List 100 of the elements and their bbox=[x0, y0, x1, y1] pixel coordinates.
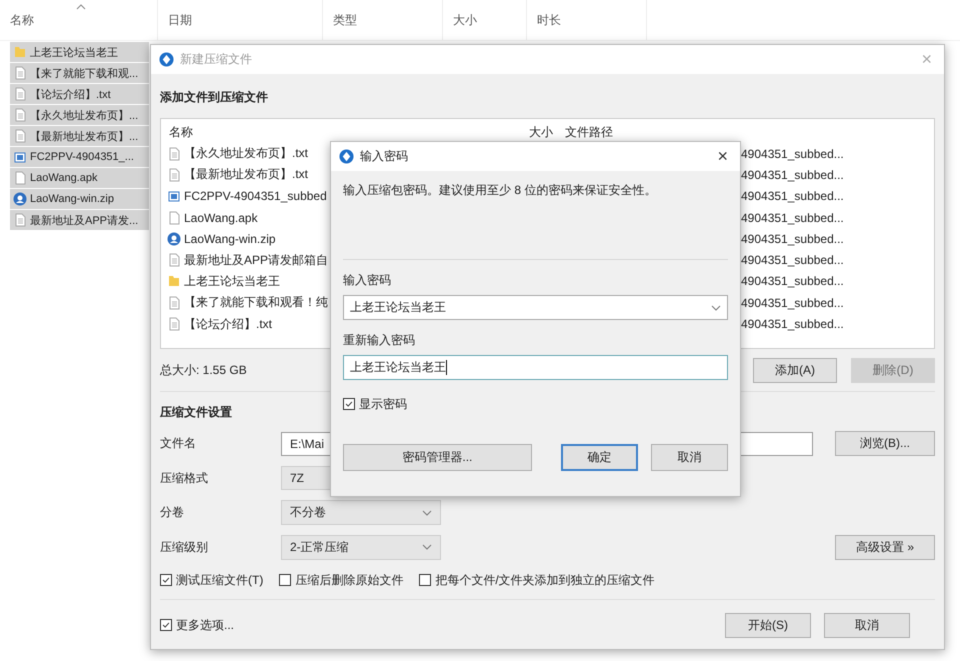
file-name: 最新地址及APP请发邮箱自 bbox=[184, 252, 328, 269]
column-header[interactable]: 日期 bbox=[168, 12, 192, 28]
file-name: LaoWang-win.zip bbox=[184, 232, 276, 246]
dialog-button[interactable]: 取消 bbox=[650, 444, 728, 471]
field-label: 分卷 bbox=[160, 504, 185, 521]
file-row[interactable]: LaoWang.apk bbox=[10, 168, 149, 188]
file-name: 【永久地址发布页】.txt bbox=[184, 145, 308, 162]
password-combo[interactable]: 上老王论坛当老王 bbox=[343, 295, 728, 320]
document-icon bbox=[167, 168, 181, 182]
dialog-button[interactable]: 取消 bbox=[824, 612, 910, 638]
file-path: 4904351_subbed... bbox=[741, 210, 844, 225]
checkbox-label: 压缩后删除原始文件 bbox=[295, 572, 404, 588]
file-name: 【论坛介绍】.txt bbox=[184, 316, 272, 333]
window-title: 新建压缩文件 bbox=[180, 51, 253, 68]
dialog-button[interactable]: 确定 bbox=[560, 444, 638, 471]
file-name: 上老王论坛当老王 bbox=[184, 272, 280, 290]
document-icon bbox=[167, 146, 181, 161]
settings-button[interactable]: 浏览(B)... bbox=[835, 431, 935, 456]
file-row[interactable]: 最新地址及APP请发... bbox=[10, 210, 149, 230]
total-size: 总大小: 1.55 GB bbox=[160, 362, 247, 378]
dialog-button[interactable]: 密码管理器... bbox=[343, 444, 532, 471]
file-row[interactable]: 【最新地址发布页】... bbox=[10, 126, 149, 146]
file-row[interactable]: 【来了就能下载和观... bbox=[10, 63, 149, 83]
checkbox-label: 测试压缩文件(T) bbox=[176, 572, 264, 588]
document-icon bbox=[13, 87, 27, 101]
file-name: FC2PPV-4904351_subbed bbox=[184, 189, 327, 204]
column-header[interactable]: 名称 bbox=[169, 121, 193, 143]
format-dropdown[interactable]: 7Z bbox=[281, 466, 331, 490]
document-icon bbox=[13, 66, 27, 80]
file-name: LaoWang.apk bbox=[184, 210, 258, 225]
dropdown[interactable]: 不分卷 bbox=[281, 500, 441, 525]
column-header[interactable]: 大小 bbox=[453, 12, 477, 28]
file-name: FC2PPV-4904351_... bbox=[30, 151, 134, 163]
window-title: 输入密码 bbox=[360, 148, 409, 165]
file-row[interactable]: 【永久地址发布页】... bbox=[10, 105, 149, 125]
column-header[interactable]: 大小 bbox=[529, 121, 553, 143]
document-icon bbox=[13, 213, 27, 227]
checkbox[interactable] bbox=[160, 574, 172, 586]
file-path: 4904351_subbed... bbox=[741, 274, 844, 288]
checkmark-icon bbox=[161, 575, 171, 585]
folder-icon bbox=[13, 45, 27, 59]
video-file-icon bbox=[13, 150, 27, 164]
document-icon bbox=[13, 108, 27, 122]
blank-file-icon bbox=[13, 171, 27, 185]
file-name: 最新地址及APP请发... bbox=[30, 214, 138, 228]
checkmark-icon bbox=[161, 620, 171, 630]
file-name: 【永久地址发布页】... bbox=[30, 108, 138, 122]
field-label: 文件名 bbox=[160, 435, 197, 452]
document-icon bbox=[167, 296, 181, 310]
instruction-text: 输入压缩包密码。建议使用至少 8 位的密码来保证安全性。 bbox=[343, 182, 658, 198]
chevron-icon bbox=[711, 304, 721, 310]
checkmark-icon bbox=[344, 399, 354, 409]
chevron-icon bbox=[422, 510, 432, 516]
file-name: 【最新地址发布页】.txt bbox=[184, 166, 308, 184]
app-logo-icon bbox=[339, 149, 354, 164]
checkbox[interactable] bbox=[279, 574, 292, 586]
column-header[interactable]: 类型 bbox=[333, 12, 357, 28]
file-path: 4904351_subbed... bbox=[741, 189, 844, 204]
file-row[interactable]: 上老王论坛当老王 bbox=[10, 42, 149, 62]
file-name: LaoWang.apk bbox=[30, 172, 98, 184]
checkbox[interactable] bbox=[160, 619, 172, 631]
file-name: 【来了就能下载和观... bbox=[30, 66, 138, 80]
field-label: 压缩格式 bbox=[160, 470, 209, 486]
field-label: 压缩级别 bbox=[160, 538, 209, 556]
file-row[interactable]: LaoWang-win.zip bbox=[10, 189, 149, 209]
checkbox-label: 更多选项... bbox=[176, 616, 234, 634]
file-row[interactable]: 【论坛介绍】.txt bbox=[10, 84, 149, 104]
file-row[interactable]: FC2PPV-4904351_... bbox=[10, 147, 149, 167]
file-name: 上老王论坛当老王 bbox=[30, 46, 118, 60]
list-button[interactable]: 添加(A) bbox=[753, 358, 837, 382]
section-heading: 压缩文件设置 bbox=[160, 404, 232, 421]
field-label: 重新输入密码 bbox=[343, 332, 416, 348]
file-name: 【最新地址发布页】... bbox=[30, 130, 138, 144]
video-file-icon bbox=[167, 189, 181, 204]
file-path: 4904351_subbed... bbox=[741, 146, 844, 161]
dropdown[interactable]: 2-正常压缩 bbox=[281, 534, 441, 560]
settings-button[interactable]: 高级设置 » bbox=[835, 534, 935, 560]
folder-icon bbox=[167, 274, 181, 288]
dialog-button[interactable]: 开始(S) bbox=[725, 612, 811, 638]
file-path: 4904351_subbed... bbox=[741, 317, 844, 332]
field-label: 输入密码 bbox=[343, 272, 392, 288]
app-logo-icon bbox=[159, 52, 174, 67]
file-path: 4904351_subbed... bbox=[741, 232, 844, 246]
column-header[interactable]: 名称 bbox=[10, 12, 34, 28]
file-path: 4904351_subbed... bbox=[741, 253, 844, 268]
file-name: 【来了就能下载和观看！纯 bbox=[184, 294, 328, 312]
document-icon bbox=[167, 253, 181, 268]
checkbox[interactable] bbox=[343, 398, 355, 410]
checkbox-label: 把每个文件/文件夹添加到独立的压缩文件 bbox=[435, 572, 655, 588]
column-header[interactable]: 文件路径 bbox=[565, 121, 613, 143]
column-header[interactable]: 时长 bbox=[537, 12, 561, 28]
document-icon bbox=[13, 129, 27, 143]
chevron-icon bbox=[422, 544, 432, 550]
checkbox-label: 显示密码 bbox=[359, 396, 407, 412]
file-name: 【论坛介绍】.txt bbox=[30, 88, 111, 102]
checkbox[interactable] bbox=[419, 574, 432, 586]
password-field[interactable]: 上老王论坛当老王 bbox=[343, 355, 728, 380]
file-path: 4904351_subbed... bbox=[741, 296, 844, 310]
blank-file-icon bbox=[167, 210, 181, 225]
close-button[interactable]: × bbox=[713, 146, 732, 167]
